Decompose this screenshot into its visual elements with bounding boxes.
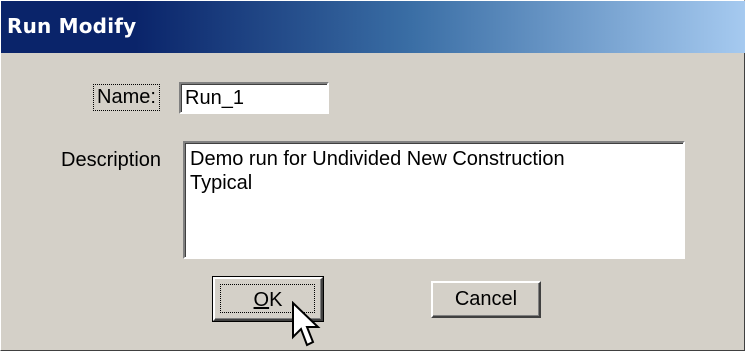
ok-label-rest: K xyxy=(269,289,283,311)
name-input[interactable]: Run_1 xyxy=(179,82,329,114)
description-textarea[interactable]: Demo run for Undivided New Construction … xyxy=(183,141,685,259)
cancel-button-label: Cancel xyxy=(454,288,518,310)
ok-mnemonic: O xyxy=(253,289,270,311)
title-bar[interactable]: Run Modify xyxy=(1,1,745,53)
arrow-cursor-icon xyxy=(292,301,321,347)
dialog-title: Run Modify xyxy=(7,14,137,38)
cancel-button[interactable]: Cancel xyxy=(431,281,541,318)
run-modify-dialog: Run Modify Name: Run_1 Description Demo … xyxy=(0,0,745,351)
name-label: Name: xyxy=(93,84,160,111)
description-label: Description xyxy=(61,149,162,171)
